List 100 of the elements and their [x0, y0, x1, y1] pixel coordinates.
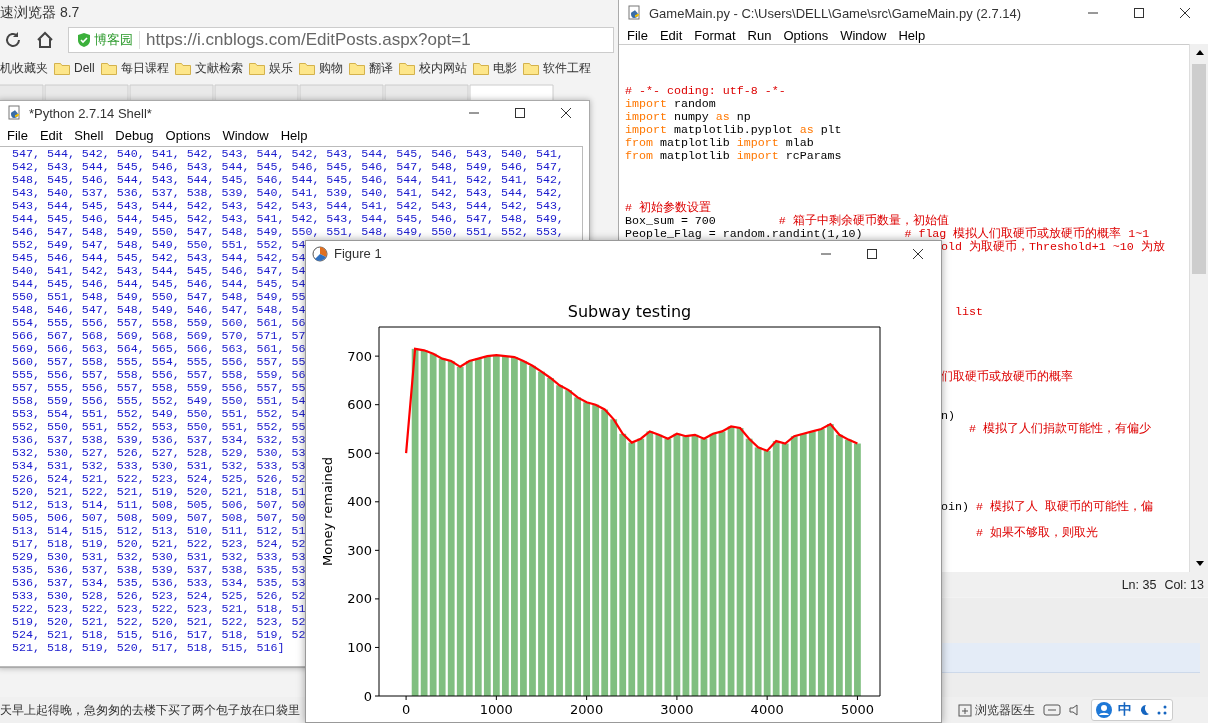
bookmark[interactable]: 电影: [472, 59, 517, 77]
output-line: 560, 557, 558, 555, 554, 555, 556, 557, 55: [12, 355, 306, 368]
tick-label: 5000: [840, 702, 874, 717]
output-line: 540, 541, 542, 543, 544, 545, 546, 547, 54: [12, 264, 306, 277]
reload-button[interactable]: [4, 31, 22, 49]
scrollbar[interactable]: [1189, 44, 1208, 572]
menu-item[interactable]: Run: [741, 27, 778, 43]
shield-icon: [77, 32, 91, 48]
close-icon[interactable]: [1180, 8, 1190, 18]
code-line: import numpy as np: [625, 110, 751, 123]
tick-label: 1000: [479, 702, 513, 717]
chart-title: Subway testing: [567, 302, 692, 321]
code-line: People_Flag = random.randint(1,10) # flag 模拟人们取硬币或放硬币的概率 1~1: [625, 227, 1150, 240]
folder-icon: [100, 61, 117, 75]
user-icon[interactable]: [1096, 702, 1112, 718]
bookmark[interactable]: 娱乐: [248, 59, 293, 77]
code-line: # 初始参数设置: [625, 201, 711, 214]
bookmark[interactable]: 翻译: [348, 59, 393, 77]
tick-label: 600: [347, 397, 372, 413]
output-line: 554, 555, 556, 557, 558, 559, 560, 561, 56: [12, 316, 306, 329]
line-indicator: Ln: 35: [1121, 578, 1157, 592]
folder-icon: [522, 61, 539, 75]
code-line: Box_sum = 700 # 箱子中剩余硬币数量，初始值: [625, 214, 949, 227]
close-icon[interactable]: [561, 108, 571, 118]
menu-item[interactable]: Format: [688, 27, 742, 43]
output-line: 521, 518, 519, 520, 517, 518, 515, 516]: [12, 641, 285, 654]
plus-box-icon: [958, 703, 972, 717]
column-indicator: Col: 13: [1164, 578, 1204, 592]
tick-label: 700: [347, 348, 372, 364]
menu-item[interactable]: Shell: [68, 128, 110, 143]
address-field[interactable]: 博客园 https://i.cnblogs.com/EditPosts.aspx?opt=1: [68, 27, 614, 53]
folder-icon: [348, 61, 365, 75]
caret-down-icon[interactable]: [1195, 561, 1204, 566]
output-line: 505, 506, 507, 508, 509, 507, 508, 507, 50: [12, 511, 306, 524]
maximize-icon[interactable]: [515, 108, 525, 118]
menu-item[interactable]: Options: [159, 128, 217, 143]
bookmark[interactable]: 文献检索: [174, 59, 243, 77]
output-line: 569, 566, 563, 564, 565, 566, 563, 561, 56: [12, 342, 306, 355]
tick-label: 0: [401, 702, 411, 717]
output-line: 552, 550, 551, 552, 553, 550, 551, 552, 55: [12, 420, 306, 433]
menu-item[interactable]: File: [621, 27, 654, 43]
code-line: from matplotlib import mlab: [625, 136, 814, 149]
code-line: import matplotlib.pyplot as plt: [625, 123, 842, 136]
output-line: 553, 554, 551, 552, 549, 550, 551, 552, 54: [12, 407, 306, 420]
menu-item[interactable]: Debug: [109, 128, 160, 143]
bookmark[interactable]: 校内网站: [398, 59, 467, 77]
output-line: 543, 544, 545, 543, 544, 542, 543, 542, 543, 544, 541, 542, 543, 544, 542, 543,: [12, 199, 564, 212]
tick-label: 200: [347, 591, 372, 607]
output-line: 546, 547, 548, 549, 550, 547, 548, 549, 550, 551, 548, 549, 550, 551, 552, 553,: [12, 225, 564, 238]
url-text: https://i.cnblogs.com/EditPosts.aspx?opt=1: [146, 30, 471, 50]
menu-item[interactable]: Help: [274, 128, 314, 143]
chat-icon[interactable]: [1043, 703, 1061, 717]
tick-label: 400: [347, 494, 372, 510]
menu-item[interactable]: Window: [216, 128, 275, 143]
home-button[interactable]: [36, 31, 54, 49]
dots-icon[interactable]: [1156, 704, 1168, 716]
bookmark[interactable]: 每日课程: [100, 59, 169, 77]
scroll-thumb[interactable]: [1192, 64, 1206, 274]
output-line: 545, 546, 544, 545, 542, 543, 544, 542, 54: [12, 251, 306, 264]
code-line: 们取硬币或放硬币的概率: [941, 370, 1073, 383]
output-line: 520, 521, 522, 521, 519, 520, 521, 518, 51: [12, 485, 306, 498]
output-line: 552, 549, 547, 548, 549, 550, 551, 552, 54: [12, 238, 306, 251]
menu-item[interactable]: Window: [834, 27, 893, 43]
menu-item[interactable]: Options: [777, 27, 835, 43]
tick-label: 300: [347, 542, 372, 558]
code-line: # -*- coding: utf-8 -*-: [625, 84, 786, 97]
code-line: # 模拟了人们捐款可能性，有偏少: [967, 422, 1151, 435]
moon-icon[interactable]: [1138, 704, 1150, 716]
folder-icon: [54, 61, 70, 75]
python-file-icon: [627, 5, 643, 21]
menu-item[interactable]: File: [1, 128, 34, 143]
output-line: 512, 513, 514, 511, 508, 505, 506, 507, 50: [12, 498, 306, 511]
axis-label: Money remained: [320, 457, 335, 566]
input-mode-toggle[interactable]: 中: [1118, 701, 1132, 719]
output-line: 547, 544, 542, 540, 541, 542, 543, 544, 542, 543, 544, 545, 546, 543, 540, 541,: [12, 147, 564, 160]
code-line: # 如果不够取，则取光: [974, 526, 1098, 539]
close-icon[interactable]: [913, 248, 923, 259]
bookmark[interactable]: Dell: [54, 61, 95, 75]
bookmark[interactable]: 机收藏夹: [0, 59, 48, 77]
code-line: list: [953, 305, 983, 318]
folder-icon: [248, 61, 265, 75]
output-line: 535, 536, 537, 538, 539, 537, 538, 535, 53: [12, 563, 306, 576]
caret-up-icon[interactable]: [1195, 50, 1204, 55]
maximize-icon[interactable]: [1134, 8, 1144, 18]
bookmark[interactable]: 软件工程: [522, 59, 591, 77]
tick-label: 3000: [660, 702, 694, 717]
status-text: 天早上起得晚，急匆匆的去楼下买了两个包子放在口袋里: [0, 701, 301, 719]
python-file-icon: [7, 105, 23, 121]
menu-item[interactable]: Edit: [33, 128, 69, 143]
figure-icon: [312, 245, 328, 262]
output-line: 544, 545, 546, 544, 545, 546, 544, 545, 54: [12, 277, 306, 290]
bookmark[interactable]: 购物: [298, 59, 343, 77]
output-line: 548, 545, 546, 544, 543, 544, 545, 546, 544, 545, 546, 544, 541, 542, 541, 542,: [12, 173, 564, 186]
tick-label: 2000: [570, 702, 604, 717]
output-line: 566, 567, 568, 569, 568, 569, 570, 571, 57: [12, 329, 306, 342]
window-title: *Python 2.7.14 Shell*: [29, 105, 153, 121]
browser-doctor-button[interactable]: 浏览器医生: [958, 701, 1035, 719]
menu-item[interactable]: Help: [892, 27, 932, 43]
menu-item[interactable]: Edit: [653, 27, 689, 43]
maximize-icon[interactable]: [867, 248, 877, 259]
